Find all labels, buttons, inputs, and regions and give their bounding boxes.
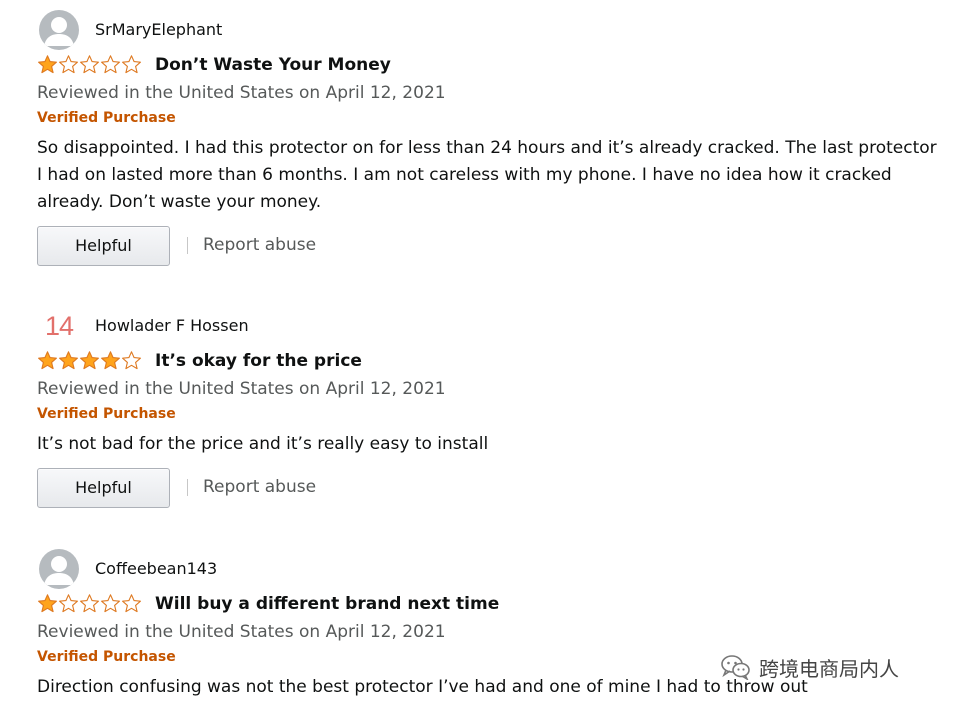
helpful-button[interactable]: Helpful — [37, 226, 170, 266]
review-date: Reviewed in the United States on April 1… — [37, 379, 446, 399]
star-empty-icon — [59, 594, 78, 613]
review-header: Don’t Waste Your Money — [37, 52, 937, 80]
star-empty-icon — [122, 351, 141, 370]
avatar[interactable]: 14 — [45, 306, 89, 346]
star-filled-icon — [101, 351, 120, 370]
star-filled-icon — [80, 351, 99, 370]
helpful-button[interactable]: Helpful — [37, 468, 170, 508]
review-card: 14 Howlader F Hossen It’s okay for the p… — [37, 306, 937, 510]
star-rating[interactable] — [37, 350, 142, 372]
reviewer-profile[interactable]: Coffeebean143 — [37, 549, 937, 591]
verified-purchase-badge[interactable]: Verified Purchase — [37, 402, 937, 430]
star-empty-icon — [80, 594, 99, 613]
reviewer-profile[interactable]: 14 Howlader F Hossen — [37, 306, 937, 348]
verified-purchase-badge[interactable]: Verified Purchase — [37, 106, 937, 134]
star-empty-icon — [122, 594, 141, 613]
review-title[interactable]: Don’t Waste Your Money — [155, 53, 391, 77]
star-empty-icon — [59, 55, 78, 74]
review-header: It’s okay for the price — [37, 348, 937, 376]
profile-name[interactable]: Coffeebean143 — [95, 558, 217, 580]
star-empty-icon — [122, 55, 141, 74]
star-filled-icon — [38, 594, 57, 613]
profile-name[interactable]: SrMaryElephant — [95, 19, 222, 41]
person-icon — [44, 556, 74, 585]
star-filled-icon — [59, 351, 78, 370]
review-date: Reviewed in the United States on April 1… — [37, 83, 446, 103]
star-empty-icon — [80, 55, 99, 74]
avatar[interactable] — [39, 549, 79, 589]
divider — [187, 479, 188, 496]
divider — [187, 237, 188, 254]
watermark-text: 跨境电商局内人 — [759, 656, 899, 681]
wechat-icon — [721, 655, 750, 680]
review-date: Reviewed in the United States on April 1… — [37, 622, 446, 642]
profile-name[interactable]: Howlader F Hossen — [95, 315, 249, 337]
person-icon — [44, 17, 74, 46]
star-empty-icon — [101, 594, 120, 613]
review-text: So disappointed. I had this protector on… — [37, 138, 937, 212]
star-rating[interactable] — [37, 593, 142, 615]
review-header: Will buy a different brand next time — [37, 591, 937, 619]
watermark: 跨境电商局内人 — [721, 652, 899, 682]
review-title[interactable]: Will buy a different brand next time — [155, 592, 499, 616]
report-abuse-link[interactable]: Report abuse — [203, 233, 316, 257]
review-actions: Helpful Report abuse — [37, 226, 937, 268]
star-filled-icon — [38, 55, 57, 74]
review-text: It’s not bad for the price and it’s real… — [37, 434, 489, 454]
report-abuse-link[interactable]: Report abuse — [203, 475, 316, 499]
review-title[interactable]: It’s okay for the price — [155, 349, 362, 373]
star-rating[interactable] — [37, 54, 142, 76]
star-filled-icon — [38, 351, 57, 370]
review-actions: Helpful Report abuse — [37, 468, 937, 510]
review-card: SrMaryElephant Don’t Waste Your Money Re… — [37, 10, 937, 268]
avatar[interactable] — [39, 10, 79, 50]
star-empty-icon — [101, 55, 120, 74]
reviewer-profile[interactable]: SrMaryElephant — [37, 10, 937, 52]
